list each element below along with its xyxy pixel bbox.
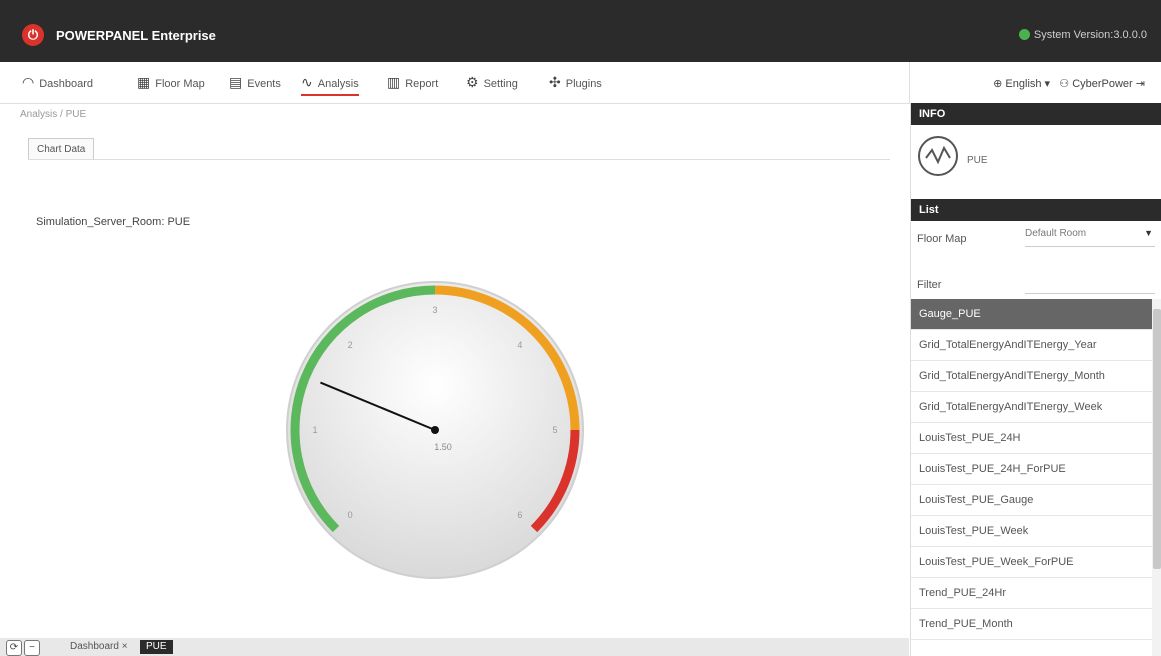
globe-icon: ⊕	[993, 78, 1003, 90]
system-version: System Version:3.0.0.0	[1018, 29, 1147, 41]
gauge-tick-label: 2	[348, 340, 353, 350]
nav-floor-map[interactable]: ▦ Floor Map	[137, 74, 205, 91]
status-dot-icon	[1018, 29, 1030, 40]
chart-title: Simulation_Server_Room: PUE	[36, 216, 191, 228]
gauge-needle-pivot	[431, 426, 439, 434]
list-item[interactable]: LouisTest_PUE_Week	[911, 516, 1152, 547]
app-title: POWERPANEL Enterprise	[56, 28, 216, 43]
list-item[interactable]: LouisTest_PUE_Gauge	[911, 485, 1152, 516]
gauge-tick-label: 6	[517, 510, 522, 520]
rotate-icon[interactable]: ⟳	[6, 640, 22, 656]
minus-icon[interactable]: −	[24, 640, 40, 656]
bottom-tab-pue[interactable]: PUE	[140, 640, 173, 654]
analysis-icon: ∿	[301, 74, 313, 90]
tab-chart-data[interactable]: Chart Data	[28, 138, 95, 159]
nav-analysis[interactable]: ∿ Analysis	[301, 74, 359, 96]
gauge-tick-label: 5	[552, 425, 557, 435]
list-item[interactable]: LouisTest_PUE_24H	[911, 423, 1152, 454]
chevron-down-icon: ▼	[1144, 228, 1153, 238]
wave-icon	[925, 145, 951, 165]
gauge-value-label: 1.50	[434, 442, 452, 452]
top-bar: ⏻ POWERPANEL Enterprise System Version:3…	[0, 0, 1161, 62]
nav-user-area: ⊕ English ▾ ⚇ CyberPower ⇥	[993, 78, 1145, 90]
info-label: PUE	[967, 155, 988, 166]
filter-input[interactable]	[1025, 275, 1155, 294]
bottom-bar: ⟳ − Dashboard × PUE	[0, 638, 909, 656]
list-item[interactable]: Grid_TotalEnergyAndITEnergy_Week	[911, 392, 1152, 423]
floor-map-icon: ▦	[137, 74, 151, 90]
system-version-text: System Version:3.0.0.0	[1033, 29, 1147, 41]
nav-events[interactable]: ▤ Events	[229, 74, 281, 91]
list-item[interactable]: Grid_TotalEnergyAndITEnergy_Month	[911, 361, 1152, 392]
pue-chart-icon	[918, 136, 958, 176]
side-panel: INFO PUE List Floor Map Default Room ▼ Fi…	[910, 103, 1161, 656]
bottom-tab-dashboard[interactable]: Dashboard ×	[64, 640, 134, 654]
info-header: INFO	[911, 103, 1161, 125]
list-item[interactable]: Grid_TotalEnergyAndITEnergy_Year	[911, 330, 1152, 361]
list-item[interactable]: Trend_PUE_24Hr	[911, 578, 1152, 609]
list-item[interactable]: LouisTest_PUE_24H_ForPUE	[911, 454, 1152, 485]
gauge-tick-label: 3	[432, 305, 437, 315]
report-icon: ▥	[387, 74, 401, 90]
list-item[interactable]: Gauge_PUE	[911, 299, 1152, 330]
list-item[interactable]: Trend_PUE_Month	[911, 609, 1152, 640]
filter-label: Filter	[917, 279, 942, 291]
nav-report[interactable]: ▥ Report	[387, 74, 438, 91]
list-header: List	[911, 199, 1161, 221]
gauge-tick-label: 4	[517, 340, 522, 350]
floor-map-select[interactable]: Default Room ▼	[1025, 228, 1155, 247]
dashboard-icon: ◠	[22, 74, 35, 90]
pue-gauge: 0 1 2 3 4 5 6 1.50	[286, 281, 584, 579]
nav-dashboard[interactable]: ◠ Dashboard	[22, 74, 93, 91]
scrollbar-thumb[interactable]	[1153, 309, 1161, 569]
list-item[interactable]: LouisTest_PUE_Week_ForPUE	[911, 547, 1152, 578]
logout-icon[interactable]: ⇥	[1136, 78, 1145, 90]
breadcrumb: Analysis / PUE	[20, 109, 87, 120]
user-name[interactable]: CyberPower	[1072, 78, 1133, 90]
app-logo-icon: ⏻	[22, 24, 44, 46]
gauge-tick-label: 0	[348, 510, 353, 520]
chart-list: Gauge_PUE Grid_TotalEnergyAndITEnergy_Ye…	[911, 299, 1152, 656]
setting-icon: ⚙	[466, 74, 479, 90]
nav-bar: ◠ Dashboard ▦ Floor Map ▤ Events ∿ Analysis …	[0, 62, 1161, 104]
floor-map-label: Floor Map	[917, 233, 967, 245]
nav-divider	[909, 62, 910, 103]
user-icon: ⚇	[1059, 78, 1070, 90]
nav-plugins[interactable]: ✣ Plugins	[549, 74, 602, 91]
gauge-tick-label: 1	[312, 425, 317, 435]
list-scrollbar[interactable]	[1152, 299, 1161, 656]
nav-setting[interactable]: ⚙ Setting	[466, 74, 518, 91]
language-select[interactable]: English	[1005, 78, 1041, 90]
plugins-icon: ✣	[549, 74, 561, 90]
events-icon: ▤	[229, 74, 243, 90]
